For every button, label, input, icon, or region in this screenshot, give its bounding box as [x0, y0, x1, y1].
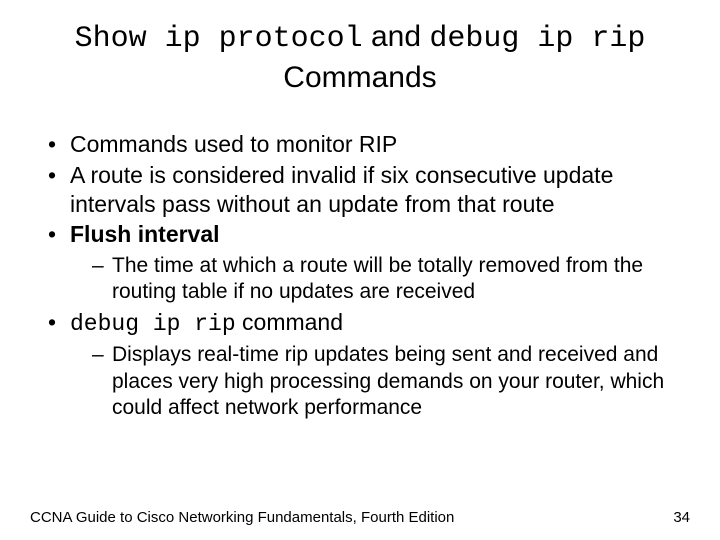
bullet-code: debug ip rip	[70, 311, 236, 337]
title-code-1: Show ip protocol	[75, 22, 363, 56]
bullet-item: A route is considered invalid if six con…	[48, 161, 690, 219]
page-number: 34	[673, 509, 690, 526]
sub-list: The time at which a route will be totall…	[70, 253, 690, 306]
bullet-text: Commands used to monitor RIP	[70, 131, 397, 157]
bullet-text: A route is considered invalid if six con…	[70, 162, 613, 217]
sub-list: Displays real-time rip updates being sen…	[70, 342, 690, 421]
title-and: and	[363, 20, 430, 53]
bullet-item: Commands used to monitor RIP	[48, 130, 690, 159]
bullet-tail: command	[236, 309, 343, 335]
sub-item: The time at which a route will be totall…	[92, 253, 690, 306]
bullet-list: Commands used to monitor RIP A route is …	[30, 130, 690, 421]
bullet-text-bold: Flush interval	[70, 221, 220, 247]
title-code-2: debug ip rip	[429, 22, 645, 56]
bullet-item: Flush interval The time at which a route…	[48, 220, 690, 305]
sub-text: Displays real-time rip updates being sen…	[112, 343, 664, 419]
title-tail: Commands	[283, 61, 436, 94]
sub-text: The time at which a route will be totall…	[112, 254, 643, 303]
sub-item: Displays real-time rip updates being sen…	[92, 342, 690, 421]
footer: CCNA Guide to Cisco Networking Fundament…	[30, 509, 690, 526]
bullet-item: debug ip rip command Displays real-time …	[48, 308, 690, 422]
footer-source: CCNA Guide to Cisco Networking Fundament…	[30, 509, 454, 526]
slide-title: Show ip protocol and debug ip rip Comman…	[30, 18, 690, 96]
slide: Show ip protocol and debug ip rip Comman…	[0, 0, 720, 421]
